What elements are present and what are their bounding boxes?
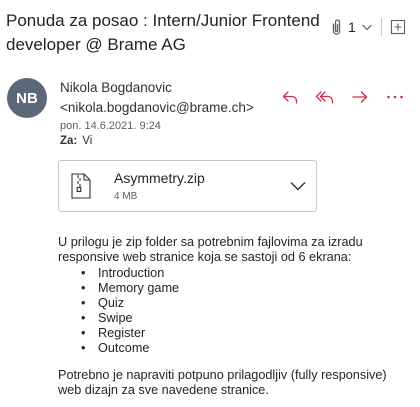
paperclip-icon (332, 19, 341, 35)
body-intro: U prilogu je zip folder sa potrebnim faj… (58, 235, 363, 264)
open-in-new-window-button[interactable] (389, 18, 407, 36)
forward-icon (352, 91, 368, 103)
header-tools: 1 (330, 15, 407, 39)
list-item: Register (81, 326, 410, 341)
body-closing: Potrebno je napraviti potpuno prilagodlj… (58, 368, 387, 397)
forward-button[interactable] (348, 86, 372, 108)
recipient-label: Za: (60, 135, 78, 147)
screens-list: Introduction Memory game Quiz Swipe Regi… (58, 266, 410, 356)
chevron-down-icon[interactable] (288, 178, 308, 194)
sent-date: pon. 14.6.2021. 9:24 (60, 120, 161, 132)
more-icon (387, 95, 403, 99)
avatar[interactable]: NB (7, 78, 47, 118)
attachment-name: Asymmetry.zip (114, 170, 205, 186)
reply-all-icon (315, 91, 334, 104)
attachment-size: 4 MB (114, 191, 138, 202)
message-body: U prilogu je zip folder sa potrebnim faj… (58, 235, 410, 398)
chevron-down-icon (361, 24, 372, 31)
sender-name[interactable]: Nikola Bogdanovic <nikola.bogdanovic@bra… (60, 78, 270, 118)
attachment-card[interactable]: Asymmetry.zip 4 MB (58, 160, 317, 212)
list-item: Outcome (81, 341, 410, 356)
recipient-line: Za: Vi (60, 135, 92, 147)
attachment-count: 1 (348, 19, 356, 35)
list-item: Memory game (81, 281, 410, 296)
header-divider (380, 18, 382, 36)
list-item: Swipe (81, 311, 410, 326)
email-subject: Ponuda za posao : Intern/Junior Frontend… (6, 11, 320, 54)
more-actions-button[interactable] (383, 86, 407, 108)
message-actions (278, 86, 407, 108)
expand-icon (390, 19, 405, 35)
zip-file-icon (71, 173, 91, 199)
reply-all-button[interactable] (313, 86, 337, 108)
list-item: Introduction (81, 266, 410, 281)
attachment-count-button[interactable]: 1 (330, 15, 373, 39)
list-item: Quiz (81, 296, 410, 311)
reply-icon (282, 91, 298, 104)
recipient-value[interactable]: Vi (82, 135, 92, 147)
reply-button[interactable] (278, 86, 302, 108)
